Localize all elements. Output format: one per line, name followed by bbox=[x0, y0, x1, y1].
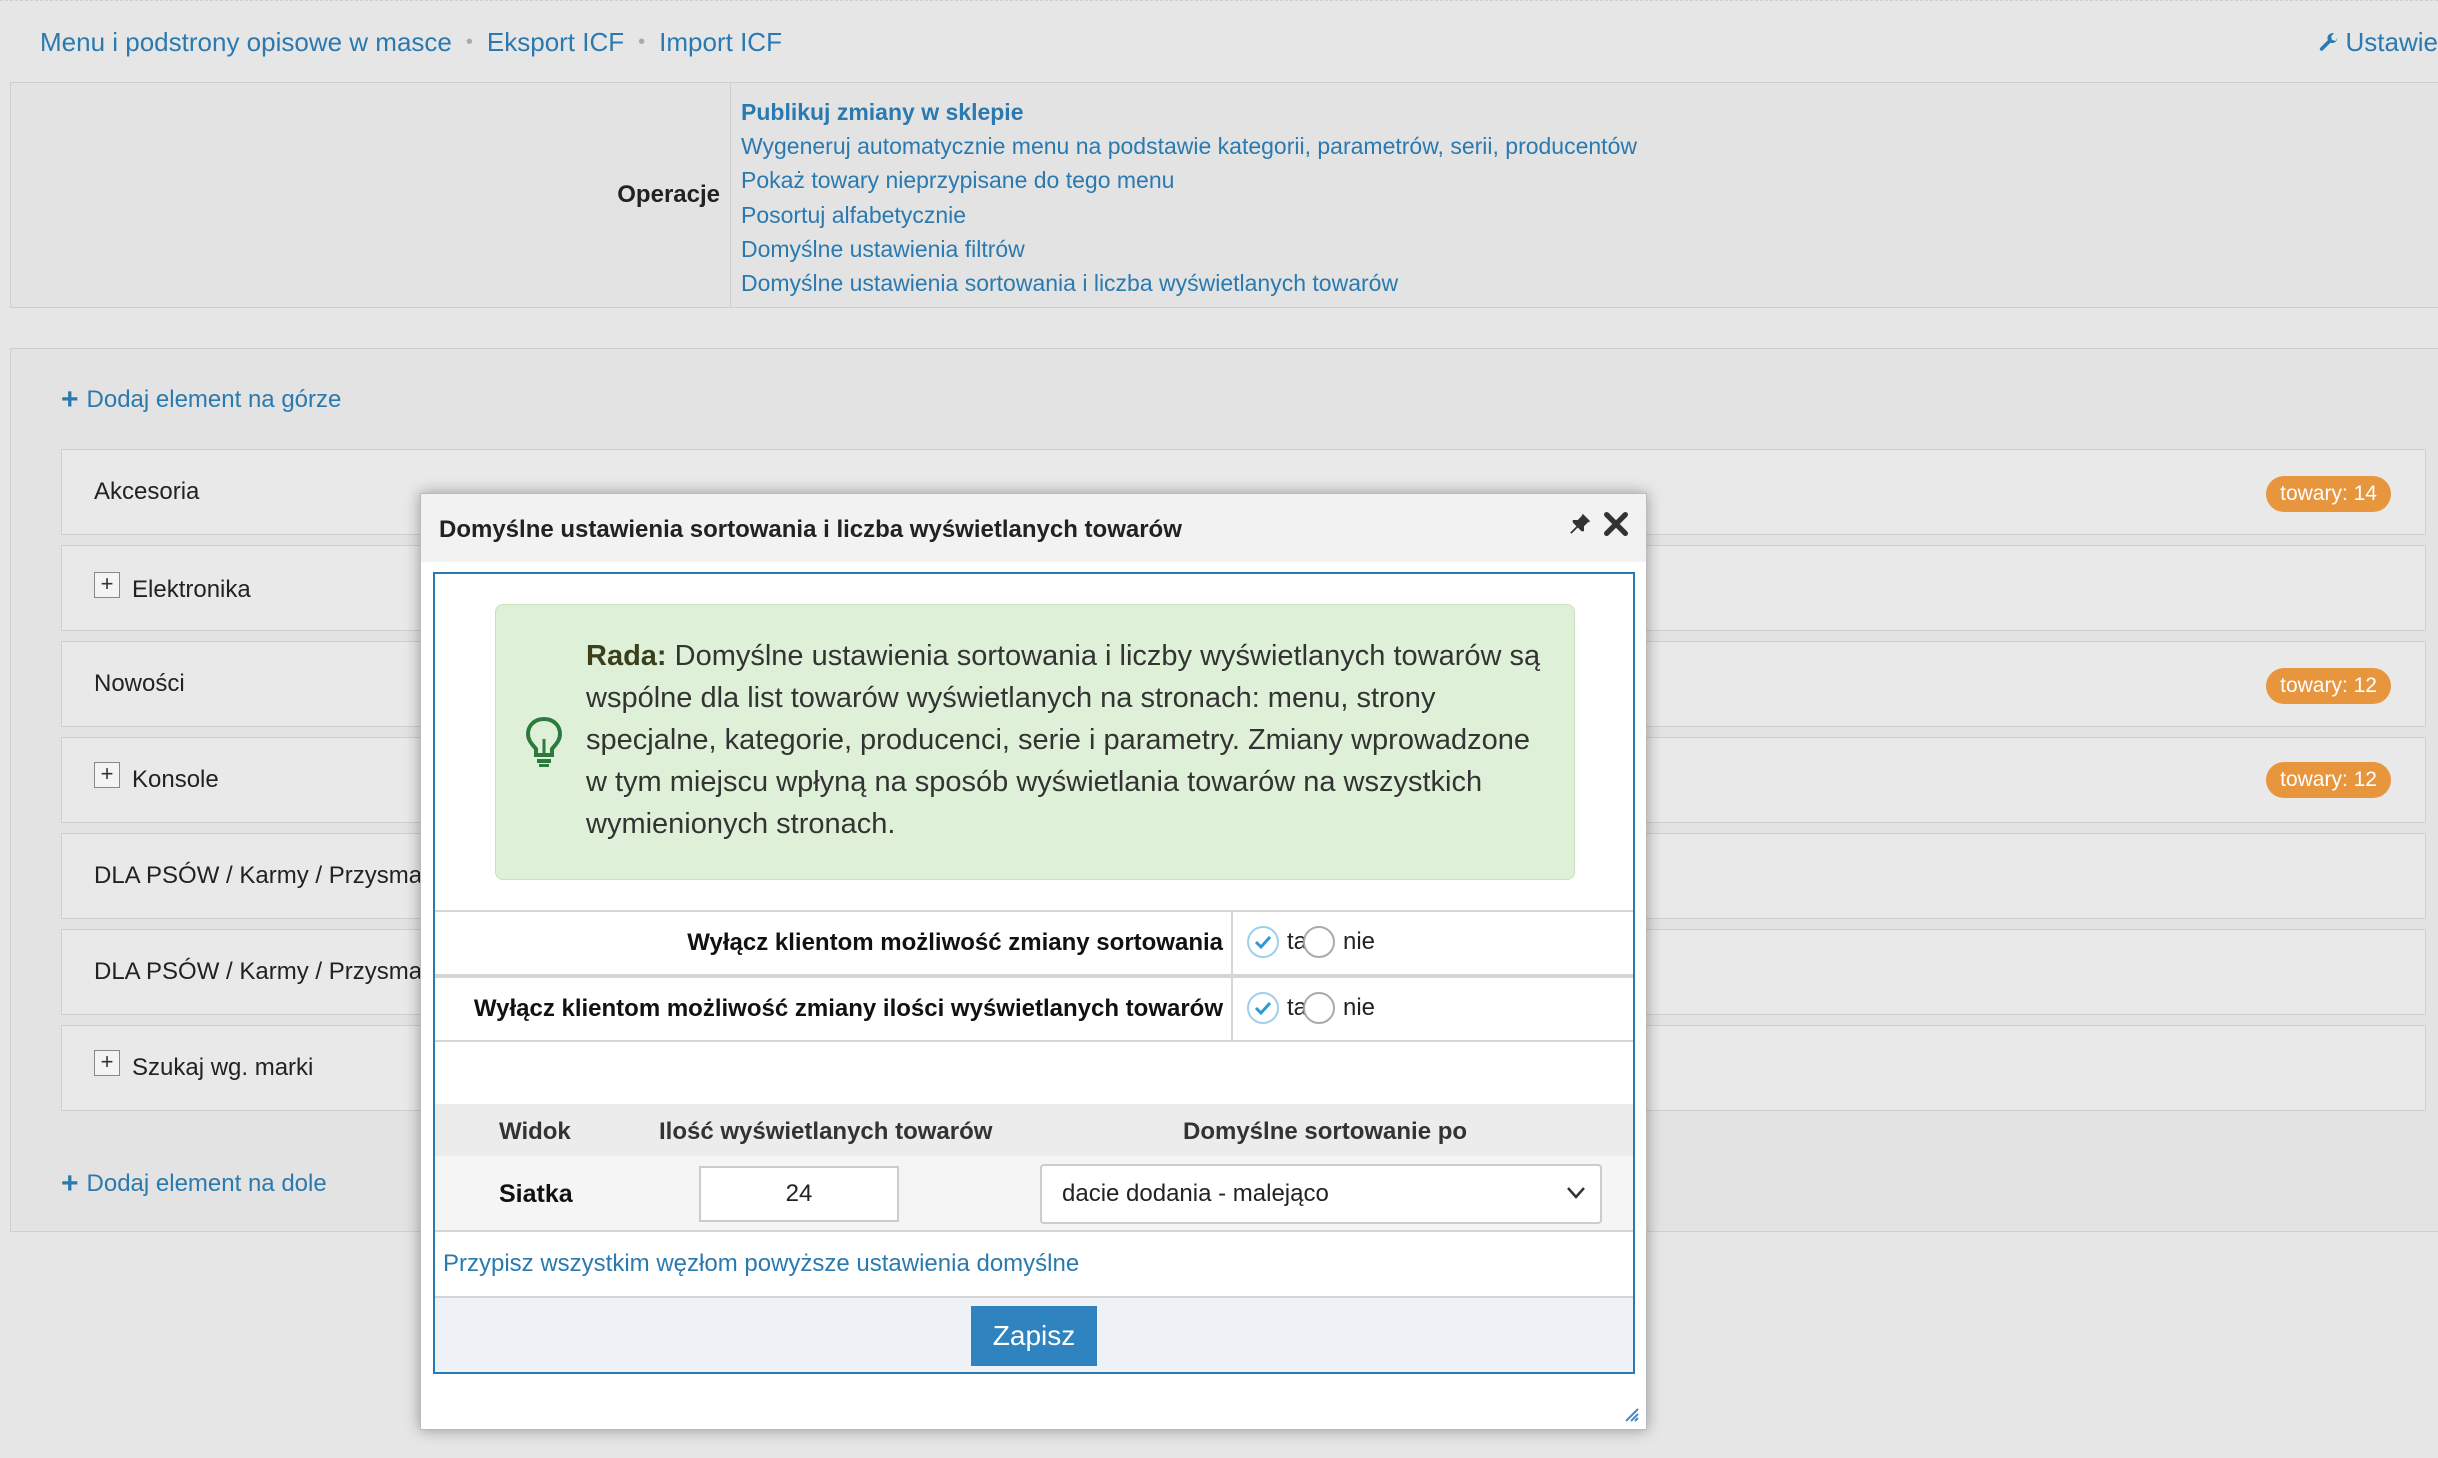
op-default-sorting[interactable]: Domyślne ustawienia sortowania i liczba … bbox=[741, 270, 1398, 296]
sort-select-value: dacie dodania - malejąco bbox=[1062, 1180, 1329, 1207]
dialog-titlebar[interactable]: Domyślne ustawienia sortowania i liczba … bbox=[421, 494, 1646, 562]
check-icon bbox=[1254, 935, 1272, 950]
col-qty-header: Ilość wyświetlanych towarów bbox=[659, 1118, 993, 1145]
settings-label: Ustawie bbox=[2345, 27, 2438, 57]
operations-panel: Operacje Publikuj zmiany w sklepie Wygen… bbox=[10, 82, 2438, 308]
sorting-dialog: Domyślne ustawienia sortowania i liczba … bbox=[420, 493, 1647, 1430]
option-row-quantity: Wyłącz klientom możliwość zmiany ilości … bbox=[435, 976, 1633, 1042]
expand-icon[interactable]: + bbox=[94, 572, 120, 598]
op-sort-alpha[interactable]: Posortuj alfabetycznie bbox=[741, 202, 966, 228]
nav-link-import[interactable]: Import ICF bbox=[659, 27, 782, 58]
settings-grid-row: Siatka dacie dodania - malejąco bbox=[435, 1156, 1633, 1232]
plus-icon: + bbox=[61, 1167, 79, 1200]
check-icon bbox=[1254, 1001, 1272, 1016]
pin-icon[interactable] bbox=[1564, 510, 1594, 540]
count-badge: towary: 14 bbox=[2266, 476, 2391, 512]
menu-item-label: Konsole bbox=[132, 766, 219, 793]
menu-item-label: Akcesoria bbox=[94, 478, 200, 505]
operations-label: Operacje bbox=[617, 181, 720, 208]
radio-sorting-yes[interactable] bbox=[1247, 926, 1279, 958]
radio-quantity-yes[interactable] bbox=[1247, 992, 1279, 1024]
tip-text: Rada: Domyślne ustawienia sortowania i l… bbox=[586, 635, 1546, 845]
option-row-sorting: Wyłącz klientom możliwość zmiany sortowa… bbox=[435, 910, 1633, 976]
menu-item-label: Szukaj wg. marki bbox=[132, 1054, 314, 1081]
add-top-button[interactable]: + Dodaj element na górze bbox=[61, 385, 341, 415]
radio-no-label: nie bbox=[1343, 928, 1376, 955]
col-sort-header: Domyślne sortowanie po bbox=[1183, 1118, 1468, 1145]
wrench-icon bbox=[2319, 32, 2337, 51]
radio-sorting-no[interactable] bbox=[1303, 926, 1335, 958]
op-default-filters[interactable]: Domyślne ustawienia filtrów bbox=[741, 236, 1025, 262]
add-bottom-label: Dodaj element na dole bbox=[86, 1170, 327, 1197]
nav-links: Menu i podstrony opisowe w masce • Ekspo… bbox=[40, 27, 782, 58]
add-top-label: Dodaj element na górze bbox=[86, 386, 342, 413]
col-view-header: Widok bbox=[499, 1118, 571, 1145]
settings-grid-header: Widok Ilość wyświetlanych towarów Domyśl… bbox=[435, 1104, 1633, 1156]
chevron-down-icon bbox=[1567, 1187, 1585, 1199]
tip-body: Domyślne ustawienia sortowania i liczby … bbox=[586, 640, 1541, 840]
count-badge: towary: 12 bbox=[2266, 668, 2391, 704]
dialog-title: Domyślne ustawienia sortowania i liczba … bbox=[439, 516, 1182, 543]
menu-item-label: DLA PSÓW / Karmy / Przysma bbox=[94, 958, 423, 985]
dialog-footer: Zapisz bbox=[435, 1296, 1633, 1372]
sort-select[interactable]: dacie dodania - malejąco bbox=[1040, 1164, 1602, 1224]
add-bottom-button[interactable]: + Dodaj element na dole bbox=[61, 1169, 327, 1199]
save-button[interactable]: Zapisz bbox=[971, 1306, 1097, 1366]
plus-icon: + bbox=[61, 383, 79, 416]
nav-separator: • bbox=[465, 31, 473, 53]
radio-no-label: nie bbox=[1343, 994, 1376, 1021]
menu-item-label: DLA PSÓW / Karmy / Przysma bbox=[94, 862, 423, 889]
nav-link-export[interactable]: Eksport ICF bbox=[487, 27, 624, 58]
resize-handle-icon[interactable] bbox=[1622, 1405, 1640, 1423]
lightbulb-icon bbox=[525, 716, 563, 767]
op-show-unassigned[interactable]: Pokaż towary nieprzypisane do tego menu bbox=[741, 167, 1174, 193]
operations-label-cell: Operacje bbox=[11, 83, 731, 307]
menu-item-label: Nowości bbox=[94, 670, 185, 697]
count-badge: towary: 12 bbox=[2266, 762, 2391, 798]
nav-separator: • bbox=[638, 31, 646, 53]
expand-icon[interactable]: + bbox=[94, 762, 120, 788]
op-generate-menu[interactable]: Wygeneruj automatycznie menu na podstawi… bbox=[741, 133, 1637, 159]
dialog-body: Rada: Domyślne ustawienia sortowania i l… bbox=[433, 572, 1635, 1374]
nav-link-menu[interactable]: Menu i podstrony opisowe w masce bbox=[40, 27, 452, 58]
top-navigation: Menu i podstrony opisowe w masce • Ekspo… bbox=[0, 0, 2438, 82]
assign-defaults-link[interactable]: Przypisz wszystkim węzłom powyższe ustaw… bbox=[443, 1250, 1079, 1278]
expand-icon[interactable]: + bbox=[94, 1050, 120, 1076]
option-sorting-label: Wyłącz klientom możliwość zmiany sortowa… bbox=[435, 912, 1233, 974]
radio-quantity-no[interactable] bbox=[1303, 992, 1335, 1024]
tip-bold: Rada: bbox=[586, 640, 667, 672]
op-publish[interactable]: Publikuj zmiany w sklepie bbox=[741, 99, 1023, 125]
settings-link[interactable]: Ustawie bbox=[2318, 27, 2438, 58]
option-quantity-label: Wyłącz klientom możliwość zmiany ilości … bbox=[435, 978, 1233, 1040]
close-icon[interactable] bbox=[1600, 508, 1632, 540]
menu-item-label: Elektronika bbox=[132, 576, 251, 603]
tip-box: Rada: Domyślne ustawienia sortowania i l… bbox=[495, 604, 1575, 880]
operations-list: Publikuj zmiany w sklepie Wygeneruj auto… bbox=[741, 95, 1637, 300]
quantity-input[interactable] bbox=[699, 1166, 899, 1222]
view-name: Siatka bbox=[499, 1180, 573, 1208]
